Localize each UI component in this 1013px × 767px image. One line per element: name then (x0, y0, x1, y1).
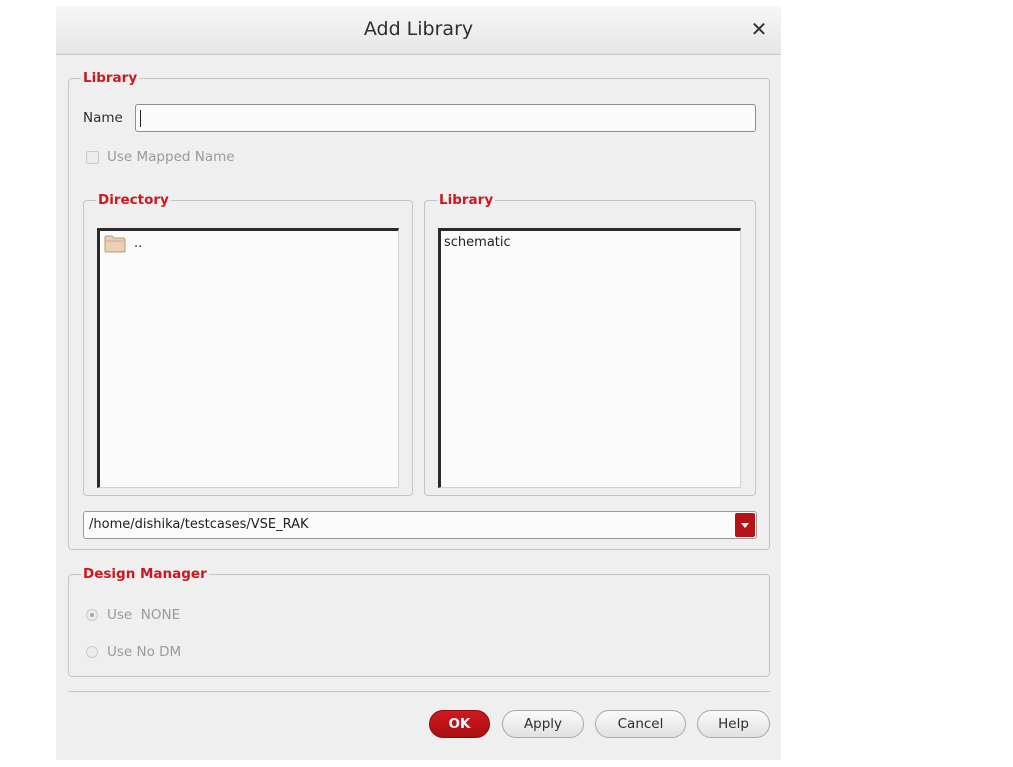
library-listbox[interactable]: schematic (438, 228, 741, 488)
text-caret (140, 110, 141, 127)
directory-legend: Directory (98, 192, 169, 208)
add-library-dialog: Add Library ✕ Library Name Use Mapped Na… (56, 6, 781, 760)
title-bar: Add Library ✕ (56, 6, 781, 55)
help-button[interactable]: Help (697, 710, 770, 738)
library-group-legend: Library (83, 70, 138, 86)
close-icon[interactable]: ✕ (748, 18, 770, 40)
name-label: Name (83, 110, 123, 126)
name-input[interactable] (135, 104, 756, 132)
use-mapped-name-checkbox[interactable] (86, 151, 99, 164)
use-no-dm-label: Use No DM (107, 644, 182, 660)
library-item-schematic[interactable]: schematic (444, 235, 511, 250)
ok-button[interactable]: OK (429, 710, 490, 738)
use-no-dm-radio[interactable] (86, 646, 98, 658)
directory-item-label: .. (134, 236, 143, 251)
directory-path-value: /home/dishika/testcases/VSE_RAK (89, 517, 309, 532)
list-item[interactable]: .. (100, 231, 390, 257)
chevron-down-icon[interactable] (735, 513, 755, 537)
library-panel-legend: Library (439, 192, 494, 208)
directory-path-combo[interactable]: /home/dishika/testcases/VSE_RAK (83, 511, 757, 539)
design-manager-legend: Design Manager (83, 566, 207, 582)
use-none-radio[interactable] (86, 609, 98, 621)
use-none-label: Use NONE (107, 607, 181, 623)
apply-button[interactable]: Apply (502, 710, 584, 738)
use-mapped-name-label: Use Mapped Name (107, 149, 235, 165)
dialog-title: Add Library (363, 18, 474, 40)
cancel-button[interactable]: Cancel (595, 710, 686, 738)
footer-separator (68, 691, 770, 692)
folder-icon (104, 235, 126, 253)
directory-listbox[interactable]: .. (97, 228, 399, 488)
